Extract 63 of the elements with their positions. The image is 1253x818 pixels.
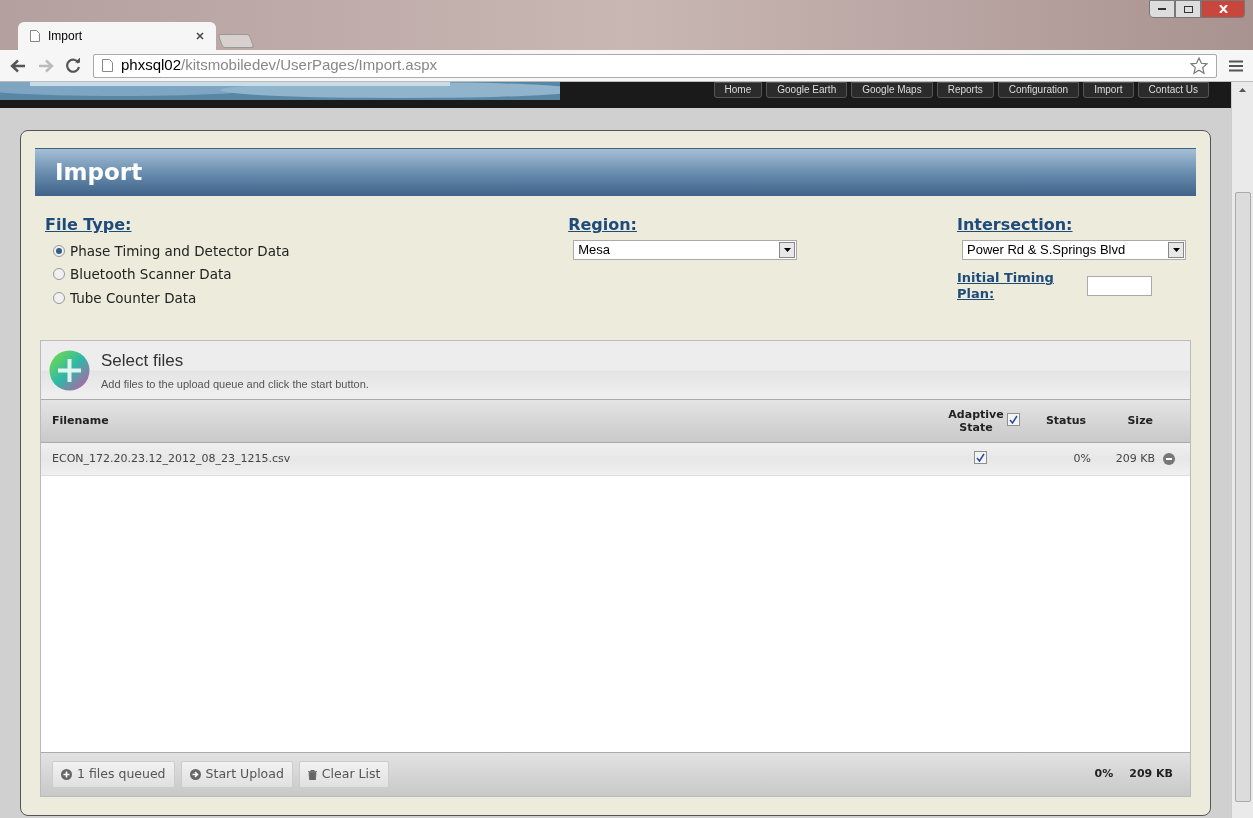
browser-tab[interactable]: Import — [18, 22, 216, 50]
timing-plan-field[interactable] — [1087, 276, 1152, 296]
address-field[interactable]: phxsql02/kitsmobiledev/UserPages/Import.aspx — [93, 53, 1217, 78]
nav-button[interactable]: Home — [713, 82, 763, 98]
close-button[interactable] — [1201, 0, 1245, 18]
plus-circle-icon — [61, 769, 72, 780]
nav-button[interactable]: Configuration — [997, 82, 1080, 98]
total-status: 0% — [1094, 766, 1114, 783]
scroll-up-icon[interactable] — [1239, 88, 1246, 92]
reload-icon[interactable] — [66, 58, 81, 73]
radio-button[interactable] — [53, 268, 65, 281]
back-icon[interactable] — [10, 58, 26, 73]
minimize-icon — [1158, 8, 1166, 10]
field-label: File Type: — [45, 214, 132, 236]
intersection-dropdown[interactable]: Power Rd & S.Springs Blvd — [962, 240, 1186, 260]
page-icon — [30, 30, 40, 42]
add-files-icon[interactable] — [49, 349, 90, 391]
uploader-subtitle: Add files to the upload queue and click the start button. — [101, 376, 369, 392]
toolbar-button[interactable]: Clear List — [298, 761, 390, 788]
column-header: Adaptive State — [947, 408, 1005, 434]
total-size: 209 KB — [1129, 766, 1173, 783]
radio-button[interactable] — [53, 291, 65, 304]
uploader-title: Select files — [101, 350, 185, 372]
file-status: 0% — [1072, 450, 1091, 467]
page-title: Import — [55, 158, 143, 188]
trash-icon — [307, 769, 317, 780]
radio-label: Tube Counter Data — [70, 288, 197, 308]
toolbar-button[interactable]: Start Upload — [180, 761, 293, 788]
region-dropdown[interactable]: Mesa — [573, 240, 798, 260]
url-text: phxsql02/kitsmobiledev/UserPages/Import.aspx — [121, 55, 438, 76]
menu-icon[interactable] — [1229, 59, 1243, 72]
maximize-button[interactable] — [1175, 0, 1201, 18]
arrow-circle-icon — [189, 769, 201, 780]
file-size: 209 KB — [1114, 450, 1155, 467]
scroll-thumb[interactable] — [1234, 192, 1251, 802]
column-header: Size — [1126, 412, 1153, 429]
close-icon[interactable] — [196, 32, 204, 40]
nav-button[interactable]: Reports — [936, 82, 994, 98]
remove-icon[interactable] — [1163, 453, 1175, 465]
nav-button[interactable]: Import — [1083, 82, 1134, 98]
field-label: Initial Timing Plan: — [957, 270, 1055, 302]
scrollbar[interactable] — [1231, 82, 1253, 818]
page-icon — [102, 59, 113, 72]
star-icon[interactable] — [1190, 56, 1208, 75]
minimize-button[interactable] — [1149, 0, 1175, 18]
nav-button[interactable]: Google Earth — [766, 82, 848, 98]
column-header: Status — [1044, 412, 1088, 429]
checkbox[interactable] — [1007, 412, 1020, 426]
file-row[interactable]: ECON_172.20.23.12_2012_08_23_1215.csv 0% 209 KB — [41, 443, 1190, 476]
checkbox[interactable] — [974, 450, 987, 464]
field-label: Region: — [568, 214, 637, 236]
nav-button[interactable]: Google Maps — [851, 82, 933, 98]
column-header: Filename — [52, 412, 110, 429]
toolbar-button[interactable]: 1 files queued — [52, 761, 175, 788]
radio-label: Phase Timing and Detector Data — [70, 242, 290, 261]
field-label: Intersection: — [957, 214, 1073, 236]
tab-title: Import — [48, 28, 83, 45]
maximize-icon — [1183, 5, 1193, 13]
nav-button[interactable]: Contact Us — [1137, 82, 1209, 98]
radio-button[interactable] — [53, 245, 65, 258]
file-name: ECON_172.20.23.12_2012_08_23_1215.csv — [52, 450, 292, 467]
radio-label: Bluetooth Scanner Data — [70, 265, 232, 285]
close-icon — [1218, 5, 1228, 13]
